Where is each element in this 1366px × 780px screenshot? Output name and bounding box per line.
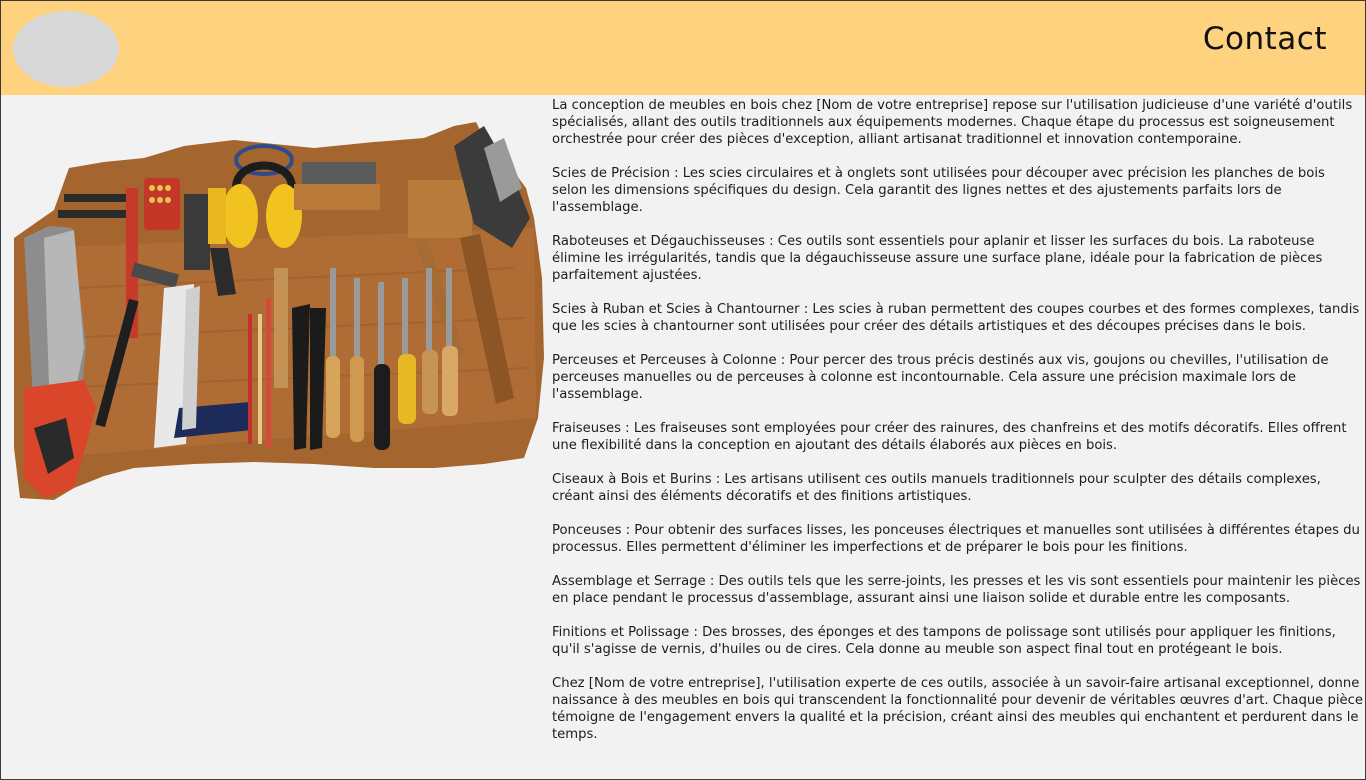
site-header: Contact bbox=[1, 1, 1365, 95]
article-content: La conception de meubles en bois chez [N… bbox=[552, 97, 1364, 760]
paragraph-scies-ruban: Scies à Ruban et Scies à Chantourner : L… bbox=[552, 302, 1360, 334]
logo-icon[interactable] bbox=[13, 11, 119, 87]
paragraph-ponceuses: Ponceuses : Pour obtenir des surfaces li… bbox=[552, 523, 1360, 555]
paragraph-perceuses: Perceuses et Perceuses à Colonne : Pour … bbox=[552, 353, 1329, 402]
woodworking-tools-image bbox=[14, 122, 544, 500]
paragraph-intro: La conception de meubles en bois chez [N… bbox=[552, 98, 1353, 147]
paragraph-scies-precision: Scies de Précision : Les scies circulair… bbox=[552, 166, 1325, 215]
paragraph-fraiseuses: Fraiseuses : Les fraiseuses sont employé… bbox=[552, 421, 1347, 453]
contact-link[interactable]: Contact bbox=[1203, 21, 1327, 57]
paragraph-conclusion: Chez [Nom de votre entreprise], l'utilis… bbox=[552, 676, 1363, 742]
paragraph-finitions: Finitions et Polissage : Des brosses, de… bbox=[552, 625, 1336, 657]
paragraph-ciseaux: Ciseaux à Bois et Burins : Les artisans … bbox=[552, 472, 1321, 504]
paragraph-assemblage: Assemblage et Serrage : Des outils tels … bbox=[552, 574, 1361, 606]
paragraph-raboteuses: Raboteuses et Dégauchisseuses : Ces outi… bbox=[552, 234, 1323, 283]
